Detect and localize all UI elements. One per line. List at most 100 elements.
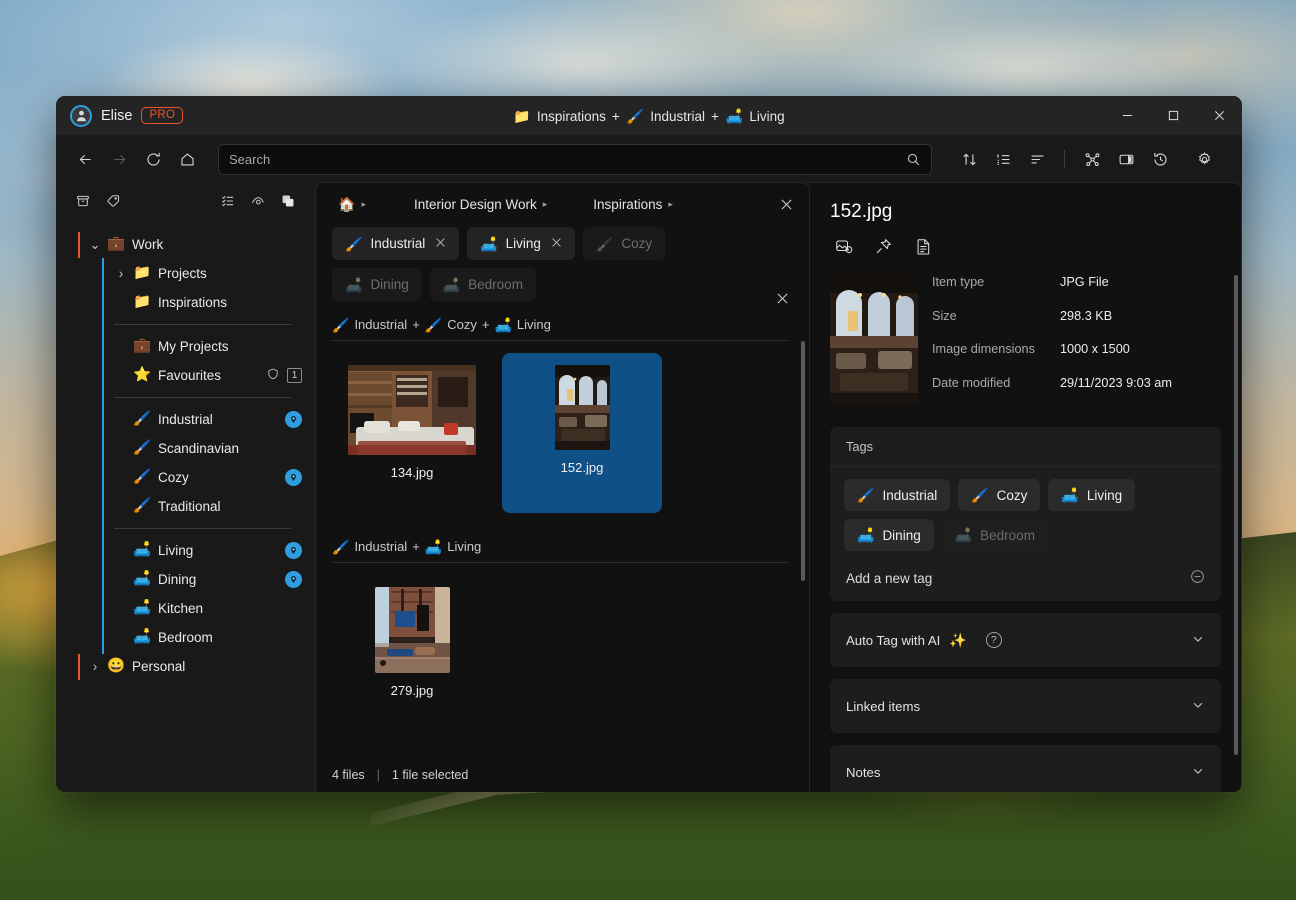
shield-icon[interactable] <box>266 367 280 384</box>
account-area[interactable]: Elise PRO <box>56 105 183 127</box>
tag-cozy[interactable]: 🖌️ Cozy <box>958 479 1040 511</box>
group-tag-label: Living <box>517 317 551 332</box>
tag-bedroom[interactable]: 🛋️ Bedroom <box>942 519 1048 551</box>
search-icon[interactable] <box>906 152 921 167</box>
filter-lines-icon[interactable] <box>1022 144 1052 174</box>
sidebar-item-traditional[interactable]: 🖌️ Traditional <box>56 492 315 521</box>
search-input[interactable] <box>229 152 906 167</box>
pin-indicator[interactable] <box>285 411 315 428</box>
breadcrumb-home[interactable]: 🏠 ▸ <box>332 194 372 214</box>
sidebar-item-cozy[interactable]: 🖌️ Cozy <box>56 463 315 492</box>
close-button[interactable] <box>1196 96 1242 136</box>
sidebar-item-label: Personal <box>132 659 185 674</box>
auto-tag-row[interactable]: Auto Tag with AI ✨ ? <box>830 613 1221 667</box>
sidebar-item-industrial[interactable]: 🖌️ Industrial <box>56 405 315 434</box>
sidebar-item-work[interactable]: ⌄ 💼 Work <box>56 230 315 259</box>
chevron-down-icon[interactable] <box>1191 764 1205 781</box>
title-crumb-industrial[interactable]: 🖌️ Industrial + <box>627 109 719 124</box>
paintbrush-icon: 🖌️ <box>130 441 154 456</box>
tag-dining[interactable]: 🛋️ Dining <box>844 519 934 551</box>
add-tag-label: Add a new tag <box>846 571 932 586</box>
tree-group-work: ⌄ 💼 Work › 📁 Projects 📁 Inspirations <box>56 230 315 652</box>
minimize-button[interactable] <box>1104 96 1150 136</box>
filter-pill-dining[interactable]: 🛋️ Dining <box>332 268 422 301</box>
chevron-down-icon[interactable] <box>1191 698 1205 715</box>
notes-section[interactable]: Notes <box>830 745 1221 792</box>
eye-icon[interactable] <box>243 187 273 215</box>
close-breadcrumb-button[interactable] <box>773 191 799 217</box>
chevron-right-icon[interactable]: › <box>86 659 104 674</box>
split-panel-icon[interactable] <box>1111 144 1141 174</box>
filter-pill-cozy[interactable]: 🖌️ Cozy <box>583 227 665 260</box>
sidebar-item-favourites[interactable]: ⭐ Favourites 1 <box>56 361 315 390</box>
tag-living[interactable]: 🛋️ Living <box>1048 479 1135 511</box>
forward-arrow-icon[interactable] <box>104 144 134 174</box>
sidebar-item-bedroom[interactable]: 🛋️ Bedroom <box>56 623 315 652</box>
tag-label: Bedroom <box>980 528 1035 543</box>
sidebar-item-my-projects[interactable]: 💼 My Projects <box>56 332 315 361</box>
title-crumb-living[interactable]: 🛋️ Living <box>726 109 785 124</box>
filter-pill-industrial[interactable]: 🖌️ Industrial <box>332 227 459 260</box>
linked-items-section[interactable]: Linked items <box>830 679 1221 733</box>
duplicate-icon[interactable] <box>273 187 303 215</box>
auto-tag-section[interactable]: Auto Tag with AI ✨ ? <box>830 613 1221 667</box>
pin-indicator[interactable] <box>285 542 315 559</box>
file-tile[interactable]: 279.jpg <box>332 575 492 712</box>
sort-icon[interactable] <box>954 144 984 174</box>
chevron-down-icon[interactable]: ⌄ <box>86 237 104 253</box>
details-scrollbar[interactable] <box>1234 275 1238 755</box>
graph-view-icon[interactable] <box>1077 144 1107 174</box>
sidebar-item-projects[interactable]: › 📁 Projects <box>56 259 315 288</box>
filter-pill-living[interactable]: 🛋️ Living <box>467 227 575 260</box>
document-icon[interactable] <box>912 235 934 257</box>
sidebar-item-dining[interactable]: 🛋️ Dining <box>56 565 315 594</box>
paintbrush-icon: 🖌️ <box>627 109 644 123</box>
filter-pill-bedroom[interactable]: 🛋️ Bedroom <box>430 268 536 301</box>
sidebar-item-label: Cozy <box>158 470 189 485</box>
minus-circle-icon[interactable] <box>1190 569 1205 587</box>
add-tag-row[interactable]: Add a new tag <box>830 559 1221 601</box>
pin-icon[interactable] <box>872 235 894 257</box>
sidebar-item-personal[interactable]: › 😀 Personal <box>56 652 315 681</box>
chevron-down-icon[interactable] <box>1191 632 1205 649</box>
checklist-icon[interactable] <box>213 187 243 215</box>
breadcrumb-inspirations[interactable]: Inspirations ▸ <box>587 194 679 215</box>
location-pin-icon[interactable] <box>285 571 302 588</box>
pin-indicator[interactable] <box>285 469 315 486</box>
chevron-right-icon[interactable]: › <box>112 266 130 281</box>
sidebar-item-kitchen[interactable]: 🛋️ Kitchen <box>56 594 315 623</box>
title-crumb-inspirations[interactable]: 📁 Inspirations + <box>513 109 619 124</box>
file-tile[interactable]: 134.jpg <box>332 353 492 513</box>
search-bar[interactable] <box>218 144 932 175</box>
refresh-icon[interactable] <box>138 144 168 174</box>
sidebar-item-inspirations[interactable]: 📁 Inspirations <box>56 288 315 317</box>
maximize-button[interactable] <box>1150 96 1196 136</box>
file-group-header: 🖌️ Industrial + 🖌️ Cozy + 🛋️ Living <box>316 307 809 340</box>
sidebar-item-scandinavian[interactable]: 🖌️ Scandinavian <box>56 434 315 463</box>
file-grid[interactable]: 🖌️ Industrial + 🖌️ Cozy + 🛋️ Living <box>316 307 809 758</box>
location-pin-icon[interactable] <box>285 469 302 486</box>
avatar[interactable] <box>70 105 92 127</box>
sidebar-item-living[interactable]: 🛋️ Living <box>56 536 315 565</box>
paintbrush-icon: 🖌️ <box>130 412 154 427</box>
remove-filter-icon[interactable] <box>435 236 446 251</box>
file-grid-scrollbar[interactable] <box>801 341 805 581</box>
back-arrow-icon[interactable] <box>70 144 100 174</box>
tag-icon[interactable] <box>98 187 128 215</box>
help-icon[interactable]: ? <box>986 632 1002 648</box>
location-pin-icon[interactable] <box>285 542 302 559</box>
settings-gear-icon[interactable] <box>1189 144 1219 174</box>
linked-items-row[interactable]: Linked items <box>830 679 1221 733</box>
archive-box-icon[interactable] <box>68 187 98 215</box>
pin-indicator[interactable] <box>285 571 315 588</box>
notes-row[interactable]: Notes <box>830 745 1221 792</box>
location-pin-icon[interactable] <box>285 411 302 428</box>
home-icon[interactable] <box>172 144 202 174</box>
tag-industrial[interactable]: 🖌️ Industrial <box>844 479 950 511</box>
remove-filter-icon[interactable] <box>551 236 562 251</box>
breadcrumb-interior-design-work[interactable]: Interior Design Work ▸ <box>408 194 553 215</box>
history-icon[interactable] <box>1145 144 1175 174</box>
file-tile-selected[interactable]: 152.jpg <box>502 353 662 513</box>
image-preview-icon[interactable] <box>832 235 854 257</box>
ordered-list-icon[interactable] <box>988 144 1018 174</box>
